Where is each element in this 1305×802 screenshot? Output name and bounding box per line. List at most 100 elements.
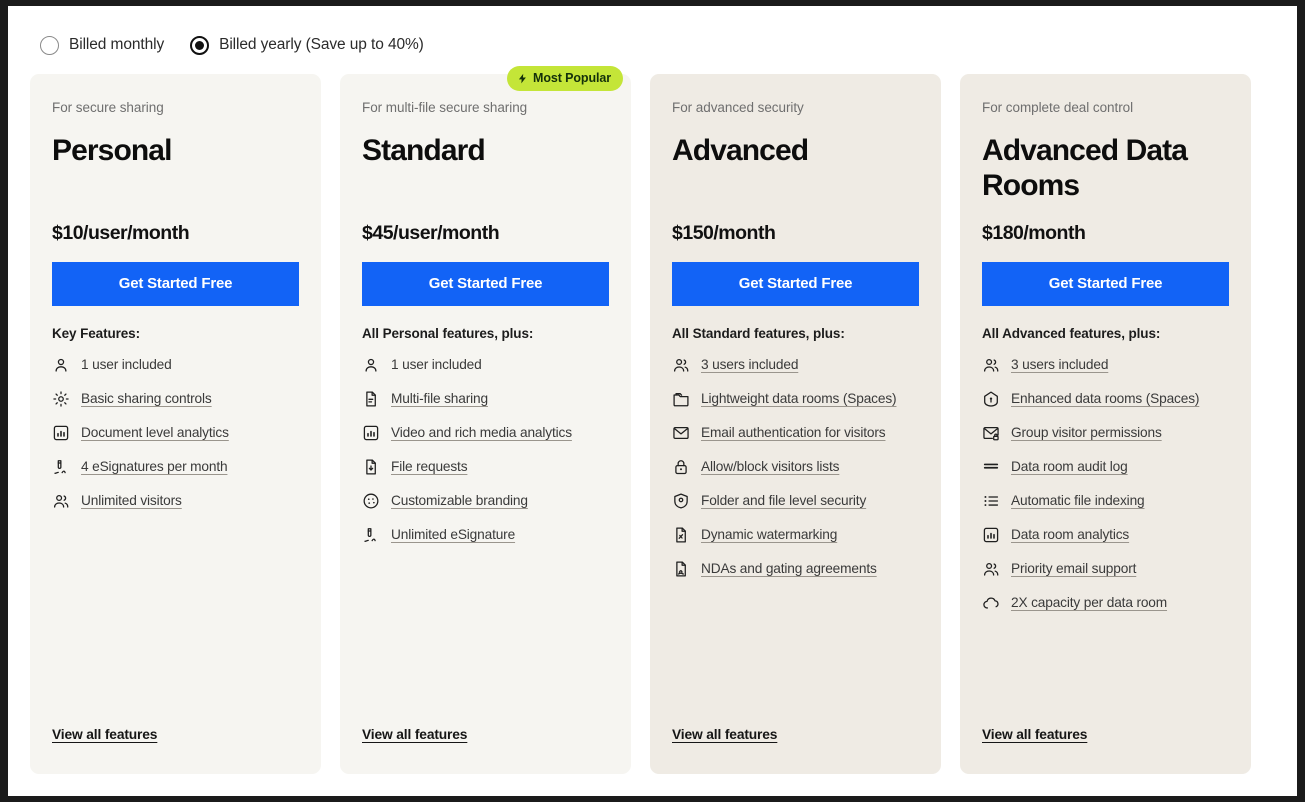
users-icon [982,356,1000,374]
feature-list: 3 users included Enhanced data rooms (Spa… [982,356,1229,612]
billing-option-monthly[interactable]: Billed monthly [40,35,164,55]
pricing-card: For secure sharing Personal $10/user/month… [30,74,321,774]
feature-item: Data room analytics [982,526,1229,544]
plan-price: $45/user/month [362,222,500,244]
view-all-features-link[interactable]: View all features [672,727,777,742]
feature-item: Dynamic watermarking [672,526,919,544]
feature-label[interactable]: Priority email support [1011,560,1136,577]
users-icon [672,356,690,374]
feature-label: 1 user included [81,357,172,373]
plan-price: $150/month [672,222,776,244]
feature-label[interactable]: Customizable branding [391,492,528,509]
audit-lines-icon [982,458,1000,476]
features-heading: Key Features: [52,326,140,341]
palette-icon [362,492,380,510]
feature-label[interactable]: Basic sharing controls [81,390,212,407]
plan-tagline: For advanced security [672,100,804,115]
feature-list: 3 users included Lightweight data rooms (… [672,356,919,578]
feature-item: Basic sharing controls [52,390,299,408]
feature-label[interactable]: Dynamic watermarking [701,526,837,543]
feature-label[interactable]: Email authentication for visitors [701,424,886,441]
feature-item: Email authentication for visitors [672,424,919,442]
signature-icon [52,458,70,476]
user-icon [52,356,70,374]
plan-price: $10/user/month [52,222,190,244]
list-index-icon [982,492,1000,510]
feature-item: 3 users included [672,356,919,374]
chart-icon [982,526,1000,544]
feature-label[interactable]: 3 users included [701,356,798,373]
plan-name: Standard [362,134,486,167]
radio-unselected-icon[interactable] [40,35,59,55]
get-started-free-button[interactable]: Get Started Free [672,262,919,306]
lock-icon [672,458,690,476]
gear-icon [52,390,70,408]
feature-label[interactable]: NDAs and gating agreements [701,560,877,577]
watermark-doc-icon [672,526,690,544]
feature-item: Unlimited visitors [52,492,299,510]
plan-tagline: For multi-file secure sharing [362,100,528,115]
feature-item: 1 user included [52,356,299,374]
chart-icon [52,424,70,442]
file-download-icon [362,458,380,476]
view-all-features-link[interactable]: View all features [362,727,467,742]
envelope-lock-icon [982,424,1000,442]
plan-name: Advanced Data Rooms [982,134,1188,202]
features-heading: All Personal features, plus: [362,326,534,341]
get-started-free-button[interactable]: Get Started Free [982,262,1229,306]
feature-label: 1 user included [391,357,482,373]
features-heading: All Standard features, plus: [672,326,845,341]
feature-item: Group visitor permissions [982,424,1229,442]
plan-price: $180/month [982,222,1086,244]
view-all-features-link[interactable]: View all features [982,727,1087,742]
view-all-features-link[interactable]: View all features [52,727,157,742]
pricing-cards: For secure sharing Personal $10/user/month… [8,66,1297,774]
feature-item: NDAs and gating agreements [672,560,919,578]
shield-pin-icon [672,492,690,510]
feature-label[interactable]: 4 eSignatures per month [81,458,228,475]
feature-item: 4 eSignatures per month [52,458,299,476]
plan-tagline: For complete deal control [982,100,1134,115]
bolt-icon [517,72,528,85]
most-popular-badge: Most Popular [507,66,623,91]
feature-list: 1 user included Basic sharing controls Doc… [52,356,299,510]
feature-list: 1 user included Multi-file sharing Video a… [362,356,609,544]
pricing-page: Billed monthly Billed yearly (Save up to … [8,6,1297,796]
feature-label[interactable]: Folder and file level security [701,492,866,509]
feature-item: Priority email support [982,560,1229,578]
signature-icon [362,526,380,544]
feature-item: Video and rich media analytics [362,424,609,442]
feature-item: 1 user included [362,356,609,374]
users-icon [52,492,70,510]
get-started-free-button[interactable]: Get Started Free [52,262,299,306]
folder-icon [672,390,690,408]
badge-label: Most Popular [533,71,611,85]
billing-period-toggle[interactable]: Billed monthly Billed yearly (Save up to … [8,6,1297,66]
feature-item: Data room audit log [982,458,1229,476]
nda-doc-icon [672,560,690,578]
feature-label[interactable]: Enhanced data rooms (Spaces) [1011,390,1199,407]
feature-label[interactable]: File requests [391,458,468,475]
plan-name: Personal [52,134,172,167]
feature-label[interactable]: Data room audit log [1011,458,1128,475]
billing-option-yearly[interactable]: Billed yearly (Save up to 40%) [190,35,424,55]
feature-label[interactable]: 3 users included [1011,356,1108,373]
feature-label[interactable]: Group visitor permissions [1011,424,1162,441]
feature-item: Automatic file indexing [982,492,1229,510]
cloud-icon [982,594,1000,612]
get-started-free-button[interactable]: Get Started Free [362,262,609,306]
feature-label[interactable]: Unlimited eSignature [391,526,515,543]
feature-label[interactable]: Multi-file sharing [391,390,488,407]
envelope-icon [672,424,690,442]
feature-item: Allow/block visitors lists [672,458,919,476]
feature-label[interactable]: Document level analytics [81,424,229,441]
radio-selected-icon[interactable] [190,35,210,55]
feature-label[interactable]: Lightweight data rooms (Spaces) [701,390,897,407]
feature-label[interactable]: 2X capacity per data room [1011,594,1167,611]
feature-label[interactable]: Allow/block visitors lists [701,458,839,475]
feature-label[interactable]: Unlimited visitors [81,492,182,509]
feature-label[interactable]: Automatic file indexing [1011,492,1145,509]
feature-label[interactable]: Video and rich media analytics [391,424,572,441]
feature-label[interactable]: Data room analytics [1011,526,1129,543]
user-icon [362,356,380,374]
